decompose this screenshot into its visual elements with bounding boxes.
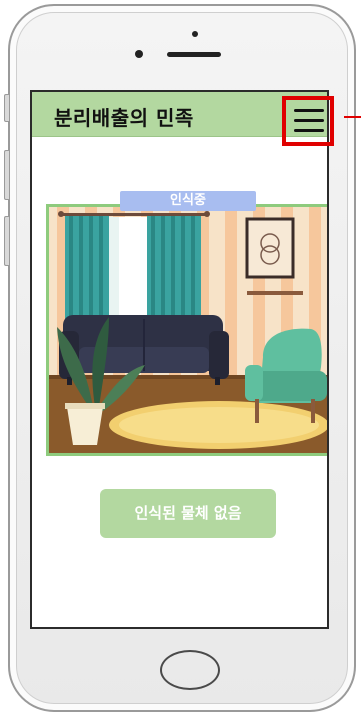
- home-button[interactable]: [160, 650, 220, 690]
- mute-switch: [4, 94, 9, 122]
- hamburger-menu-button[interactable]: [282, 96, 334, 146]
- front-camera: [192, 31, 198, 37]
- sensor-dot: [135, 50, 143, 58]
- volume-down-button: [4, 216, 9, 266]
- earpiece-speaker: [167, 52, 221, 57]
- volume-up-button: [4, 150, 9, 200]
- annotation-pointer-line: [344, 116, 361, 118]
- recognition-status-badge: 인식중: [120, 191, 256, 211]
- camera-preview: [46, 204, 327, 456]
- living-room-illustration: [49, 207, 327, 453]
- recognition-result-button[interactable]: 인식된 물체 없음: [100, 489, 276, 538]
- app-screen: 분리배출의 민족 인식중 인식된 물체 없음: [30, 90, 329, 629]
- app-title: 분리배출의 민족: [54, 106, 194, 130]
